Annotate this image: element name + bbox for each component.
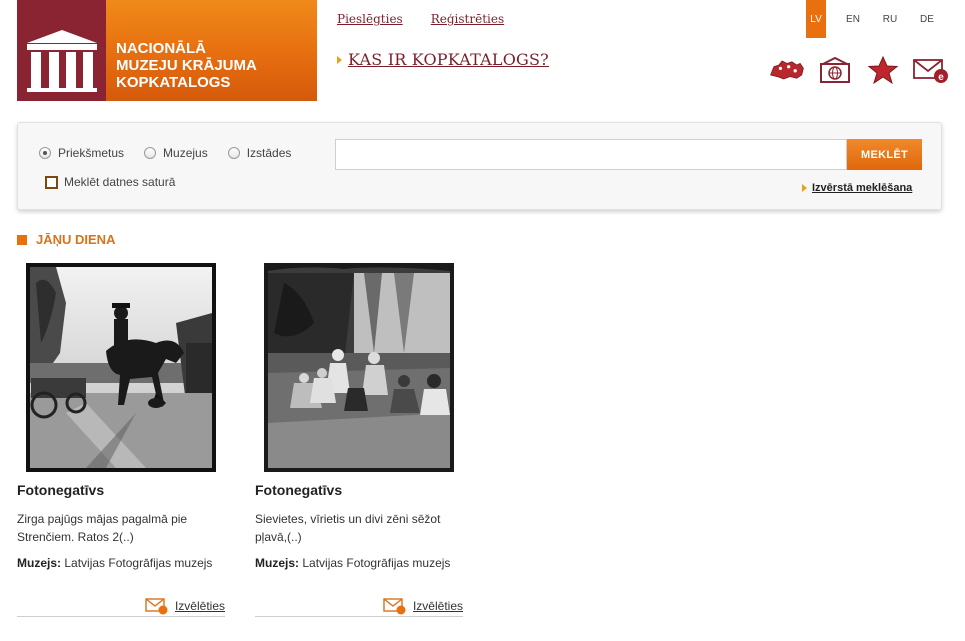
about-catalog: KAS IR KOPKATALOGS? [337, 50, 549, 69]
result-type: Fotonegatīvs [255, 482, 343, 498]
advanced-search-link[interactable]: Izvērstā meklēšana [812, 182, 912, 194]
email-select-icon[interactable] [145, 597, 169, 615]
result-image-horse-cart[interactable] [26, 263, 216, 472]
radio-museums-dot[interactable] [144, 147, 157, 159]
language-switcher: LV EN RU DE [806, 0, 954, 38]
lang-en[interactable]: EN [843, 0, 863, 38]
radio-exhibitions-label: Izstādes [246, 146, 292, 160]
radio-objects-dot[interactable] [39, 147, 51, 159]
result-museum: Muzejs: Latvijas Fotogrāfijas muzejs [255, 556, 463, 570]
card-divider [17, 616, 225, 617]
lang-de[interactable]: DE [917, 0, 937, 38]
star-icon[interactable] [865, 55, 901, 85]
search-type-radios: Priekšmetus Muzejus Izstādes [39, 146, 291, 160]
result-image-meadow-group[interactable] [264, 263, 454, 472]
advanced-search: Izvērstā meklēšana [802, 182, 912, 194]
radio-museums[interactable]: Muzejus [144, 146, 208, 160]
search-button[interactable]: MEKLĒT [847, 139, 922, 170]
header-icon-bar: e [769, 55, 949, 85]
result-description: Zirga pajūgs mājas pagalmā pie Strenčiem… [17, 512, 188, 544]
arrow-right-icon [337, 55, 342, 64]
radio-museums-label: Muzejus [163, 146, 208, 160]
select-link[interactable]: Izvēlēties [175, 599, 225, 613]
account-links: Pieslēgties Reģistrēties [337, 12, 504, 26]
latvia-map-icon[interactable] [769, 55, 805, 85]
search-input[interactable] [335, 139, 847, 170]
result-museum-label: Muzejs: [17, 556, 62, 570]
result-select: Izvēlēties [383, 597, 463, 615]
card-divider [255, 616, 463, 617]
email-select-icon[interactable] [383, 597, 407, 615]
result-description: Sievietes, vīrietis un divi zēni sēžot p… [255, 512, 441, 544]
result-type: Fotonegatīvs [17, 482, 105, 498]
result-museum: Muzejs: Latvijas Fotogrāfijas muzejs [17, 556, 225, 570]
email-icon[interactable]: e [913, 55, 949, 85]
museum-columns-icon [17, 0, 106, 101]
arrow-right-icon [802, 184, 807, 192]
lang-ru[interactable]: RU [880, 0, 900, 38]
section-bullet-icon [17, 234, 27, 245]
login-link[interactable]: Pieslēgties [337, 12, 403, 26]
logo-title: NACIONĀLĀ MUZEJU KRĀJUMA KOPKATALOGS [106, 0, 317, 101]
logo-line-1: NACIONĀLĀ [116, 40, 206, 57]
search-file-content-option[interactable]: Meklēt datnes saturā [45, 175, 175, 189]
result-museum-name: Latvijas Fotogrāfijas muzejs [64, 556, 213, 570]
lang-lv[interactable]: LV [806, 0, 826, 38]
radio-objects[interactable]: Priekšmetus [39, 146, 124, 160]
about-catalog-link[interactable]: KAS IR KOPKATALOGS? [348, 50, 549, 69]
radio-exhibitions-dot[interactable] [227, 147, 240, 159]
radio-exhibitions[interactable]: Izstādes [227, 146, 292, 160]
search-file-content-checkbox[interactable] [45, 175, 58, 189]
result-select: Izvēlēties [145, 597, 225, 615]
select-link[interactable]: Izvēlēties [413, 599, 463, 613]
search-file-content-label: Meklēt datnes saturā [64, 175, 176, 189]
section-title: JĀŅU DIENA [17, 232, 115, 247]
svg-text:e: e [938, 72, 944, 83]
site-logo[interactable]: NACIONĀLĀ MUZEJU KRĀJUMA KOPKATALOGS [17, 0, 317, 101]
result-museum-label: Muzejs: [255, 556, 300, 570]
result-card: Fotonegatīvs Sievietes, vīrietis un divi… [255, 263, 463, 617]
result-museum-name: Latvijas Fotogrāfijas muzejs [302, 556, 451, 570]
logo-line-3: KOPKATALOGS [116, 74, 231, 91]
museum-web-icon[interactable] [817, 55, 853, 85]
radio-objects-label: Priekšmetus [58, 146, 125, 160]
section-title-text: JĀŅU DIENA [36, 232, 116, 247]
logo-line-2: MUZEJU KRĀJUMA [116, 57, 257, 74]
search-panel: Priekšmetus Muzejus Izstādes Meklēt datn… [17, 122, 942, 210]
result-card: Fotonegatīvs Zirga pajūgs mājas pagalmā … [17, 263, 225, 617]
register-link[interactable]: Reģistrēties [431, 12, 504, 26]
